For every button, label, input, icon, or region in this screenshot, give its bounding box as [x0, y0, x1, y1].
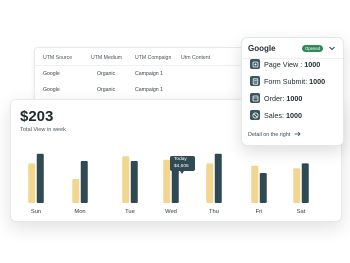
metric-value: 1000 [309, 77, 326, 86]
day-label-tue: Tue [125, 209, 135, 215]
bar-sun-dark[interactable] [36, 153, 44, 203]
panel-title: Google [248, 44, 276, 53]
metric-label: Form Submit: [264, 77, 308, 86]
today-tooltip: Today $4,505 [170, 156, 195, 171]
chevron-down-icon[interactable] [328, 44, 336, 52]
bar-thu-dark[interactable] [214, 153, 222, 203]
metric-label: Sales: [264, 111, 284, 120]
day-label-sat: Sat [296, 209, 306, 215]
bar-sat-dark[interactable] [301, 163, 309, 203]
detail-link[interactable]: Detail on the right [248, 131, 301, 138]
metric-value: 1000 [285, 111, 302, 120]
day-label-fri: Fri [255, 209, 263, 215]
tooltip-value: $4,505 [174, 163, 189, 169]
metric-value: 1000 [286, 94, 303, 103]
order-icon [250, 93, 260, 103]
form-submit-icon [250, 76, 260, 86]
bar-tue-light[interactable] [122, 156, 130, 203]
bar-thu-light[interactable] [206, 163, 214, 203]
metric-value: 1000 [304, 60, 321, 69]
metric-sales: Sales: 1000 [250, 110, 342, 122]
day-label-mon: Mon [74, 209, 86, 215]
status-badge: Opened [302, 45, 323, 52]
arrow-right-icon [294, 131, 301, 137]
page-view-icon [250, 59, 260, 69]
bar-sat-light[interactable] [293, 168, 301, 203]
bar-fri-dark[interactable] [259, 173, 267, 203]
bar-sun-light[interactable] [28, 163, 36, 203]
bar-fri-light[interactable] [251, 165, 259, 203]
detail-link-label: Detail on the right [248, 132, 291, 138]
tooltip-arrow [180, 171, 184, 174]
metric-form-submit: Form Submit: 1000 [250, 76, 342, 88]
metric-label: Order: [264, 94, 285, 103]
metric-label: Page View : [264, 60, 303, 69]
bar-mon-dark[interactable] [80, 161, 88, 203]
day-label-sun: Sun [30, 209, 42, 215]
day-label-thu: Thu [209, 209, 219, 215]
day-label-wed: Wed [165, 209, 177, 215]
bar-tue-dark[interactable] [130, 161, 138, 203]
sales-icon [250, 110, 260, 120]
google-source-panel: Google Opened Page View : 1000 Form Subm… [241, 37, 344, 146]
bar-mon-light[interactable] [72, 179, 80, 203]
metric-order: Order: 1000 [250, 93, 342, 105]
metric-page-view: Page View : 1000 [250, 59, 342, 71]
